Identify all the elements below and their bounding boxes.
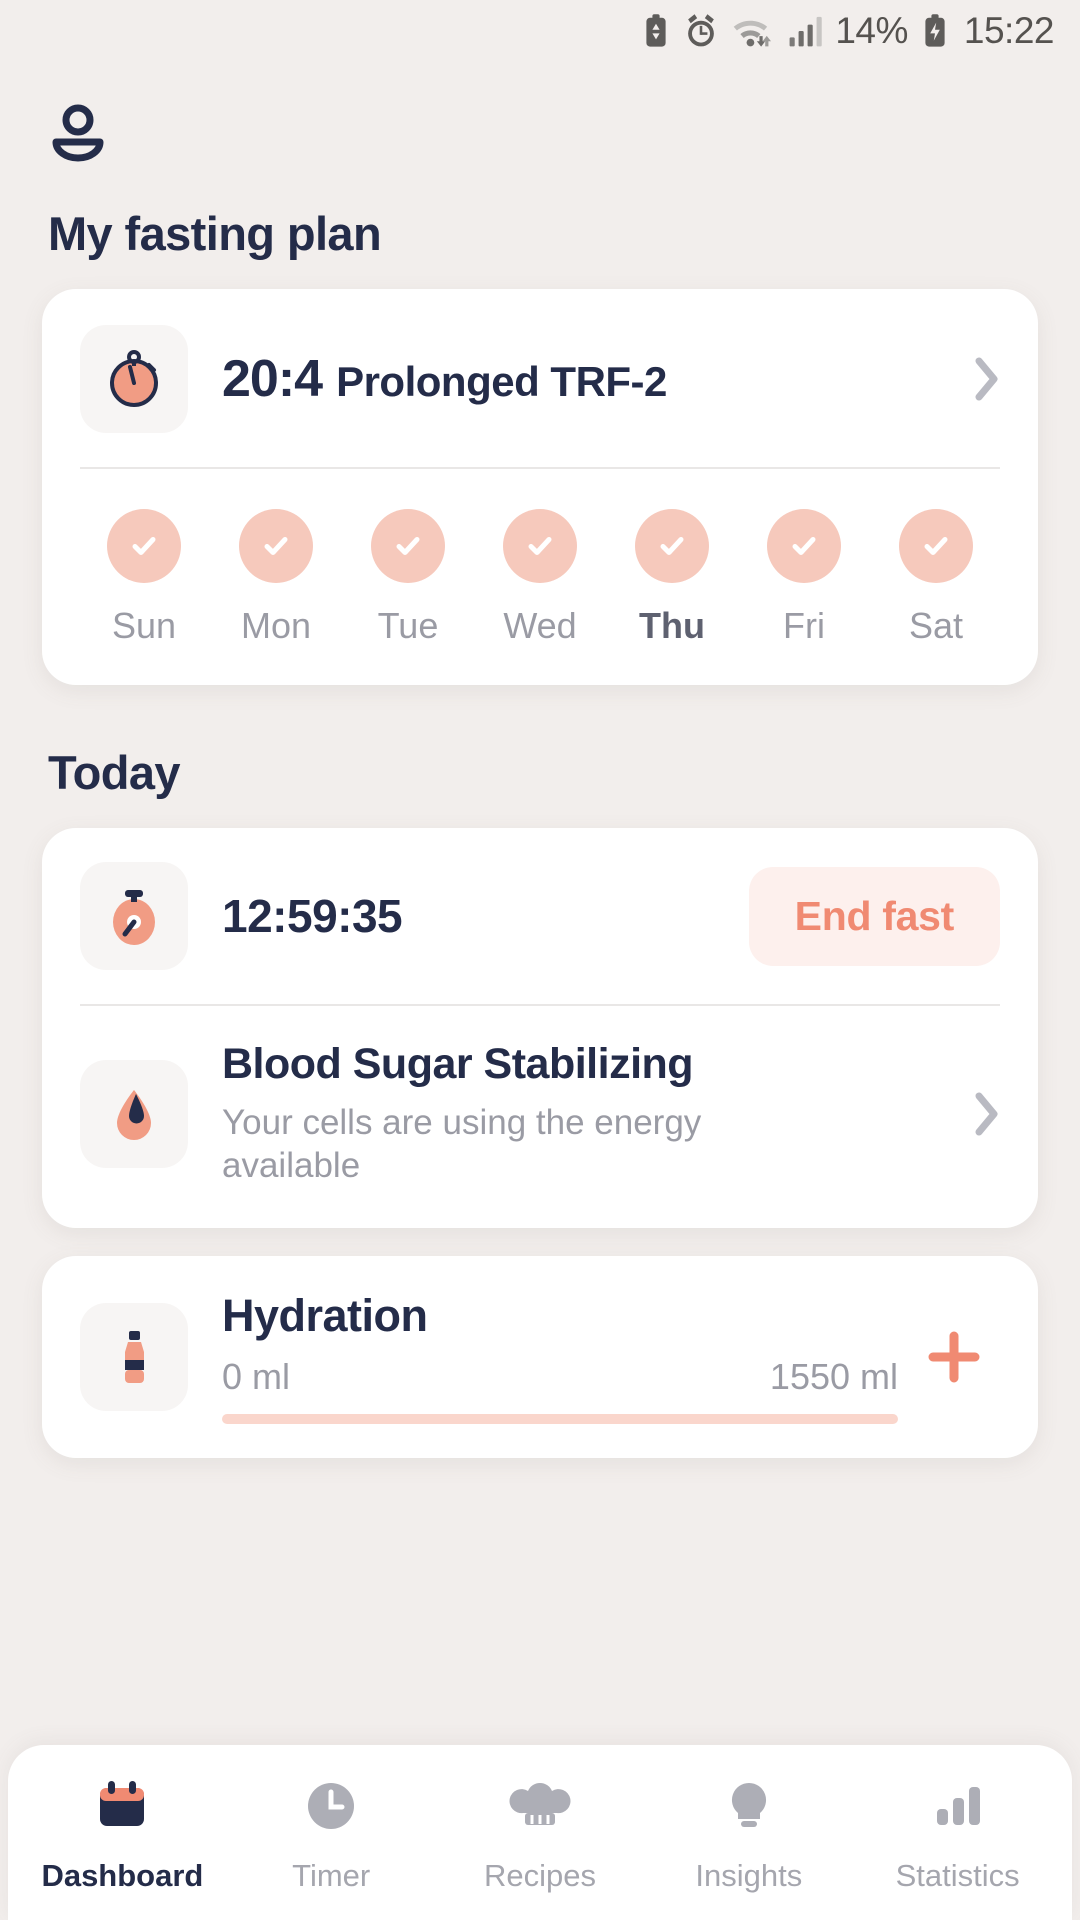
wifi-icon — [731, 13, 775, 49]
today-section-title: Today — [48, 746, 181, 799]
end-fast-button[interactable]: End fast — [748, 866, 1000, 966]
stage-subtitle: Your cells are using the energy availabl… — [222, 1103, 702, 1186]
bottom-navigation-bar: Dashboard Timer Recipes Insights Statist… — [8, 1745, 1072, 1920]
weekday-strip: Sun Mon Tue Wed Thu Fri Sat — [42, 469, 1038, 685]
plan-label-group: 20:4 Prolonged TRF-2 — [222, 349, 974, 409]
day-label: Tue — [377, 605, 439, 646]
day-label: Sun — [111, 605, 177, 646]
hydration-goal: 1550 ml — [769, 1355, 898, 1397]
clock-icon — [300, 1775, 362, 1842]
today-card: 12:59:35 End fast Blood Sugar Stabilizin… — [42, 828, 1038, 1228]
bar-chart-icon — [927, 1775, 989, 1842]
water-bottle-icon — [80, 1302, 188, 1411]
day-label: Mon — [240, 605, 312, 646]
nav-label: Statistics — [895, 1858, 1020, 1893]
signal-icon — [788, 13, 823, 49]
check-icon — [635, 509, 709, 583]
day-label: Fri — [783, 605, 825, 646]
check-icon — [371, 509, 445, 583]
plan-summary-row[interactable]: 20:4 Prolonged TRF-2 — [42, 289, 1038, 467]
chevron-right-icon[interactable] — [974, 1091, 1000, 1137]
nav-label: Timer — [292, 1858, 371, 1893]
calendar-icon — [91, 1775, 153, 1842]
profile-button[interactable] — [0, 62, 1080, 164]
profile-avatar-icon — [46, 100, 110, 164]
nav-label: Dashboard — [41, 1858, 204, 1893]
fast-timer-value: 12:59:35 — [222, 890, 403, 942]
hydration-body: Hydration 0 ml 1550 ml — [222, 1290, 908, 1424]
check-icon — [107, 509, 181, 583]
status-bar: 14% 15:22 — [0, 0, 1080, 62]
check-icon — [899, 509, 973, 583]
fast-timer-row: 12:59:35 End fast — [42, 828, 1038, 1004]
plan-name: Prolonged TRF-2 — [336, 358, 667, 405]
day-label: Thu — [639, 605, 705, 646]
check-icon — [239, 509, 313, 583]
nav-label: Insights — [695, 1858, 803, 1893]
chevron-right-icon[interactable] — [974, 356, 1000, 402]
lightbulb-icon — [718, 1775, 780, 1842]
add-water-button[interactable] — [908, 1326, 1000, 1388]
day-item-sat[interactable]: Sat — [876, 509, 996, 647]
hydration-row: Hydration 0 ml 1550 ml — [42, 1256, 1038, 1458]
day-item-fri[interactable]: Fri — [744, 509, 864, 647]
fasting-plan-card[interactable]: 20:4 Prolonged TRF-2 Sun Mon Tue Wed Thu… — [42, 289, 1038, 685]
blood-drop-icon — [80, 1059, 188, 1168]
battery-percent-label: 14% — [835, 10, 908, 51]
hydration-card: Hydration 0 ml 1550 ml — [42, 1255, 1038, 1458]
stopwatch-icon — [80, 325, 188, 433]
nav-item-insights[interactable]: Insights — [644, 1775, 853, 1894]
hydration-title: Hydration — [222, 1289, 428, 1341]
alarm-icon — [684, 13, 718, 49]
app-screen: 14% 15:22 My fasting plan 20:4 Prolonged… — [0, 0, 1080, 1920]
hydration-current: 0 ml — [222, 1355, 291, 1397]
plan-ratio: 20:4 — [222, 350, 323, 408]
day-item-thu[interactable]: Thu — [612, 509, 732, 647]
day-item-sun[interactable]: Sun — [84, 509, 204, 647]
day-label: Sat — [908, 605, 964, 646]
fasting-stage-row[interactable]: Blood Sugar Stabilizing Your cells are u… — [42, 1006, 1038, 1228]
day-item-wed[interactable]: Wed — [480, 509, 600, 647]
status-clock: 15:22 — [963, 10, 1055, 51]
battery-saver-icon — [641, 13, 671, 49]
check-icon — [503, 509, 577, 583]
stage-text-group: Blood Sugar Stabilizing Your cells are u… — [222, 1040, 956, 1188]
stage-title: Blood Sugar Stabilizing — [222, 1040, 694, 1088]
battery-charging-icon — [921, 13, 949, 49]
nav-item-dashboard[interactable]: Dashboard — [18, 1775, 227, 1894]
check-icon — [767, 509, 841, 583]
day-item-tue[interactable]: Tue — [348, 509, 468, 647]
stopwatch-filled-icon — [80, 862, 188, 970]
hydration-progress-bar — [222, 1413, 898, 1424]
page-title: My fasting plan — [48, 207, 382, 260]
nav-item-timer[interactable]: Timer — [227, 1775, 436, 1894]
day-item-mon[interactable]: Mon — [216, 509, 336, 647]
chef-hat-icon — [509, 1775, 571, 1842]
nav-item-statistics[interactable]: Statistics — [853, 1775, 1062, 1894]
day-label: Wed — [503, 605, 577, 646]
hydration-values: 0 ml 1550 ml — [222, 1356, 908, 1398]
nav-label: Recipes — [483, 1858, 596, 1893]
nav-item-recipes[interactable]: Recipes — [436, 1775, 645, 1894]
